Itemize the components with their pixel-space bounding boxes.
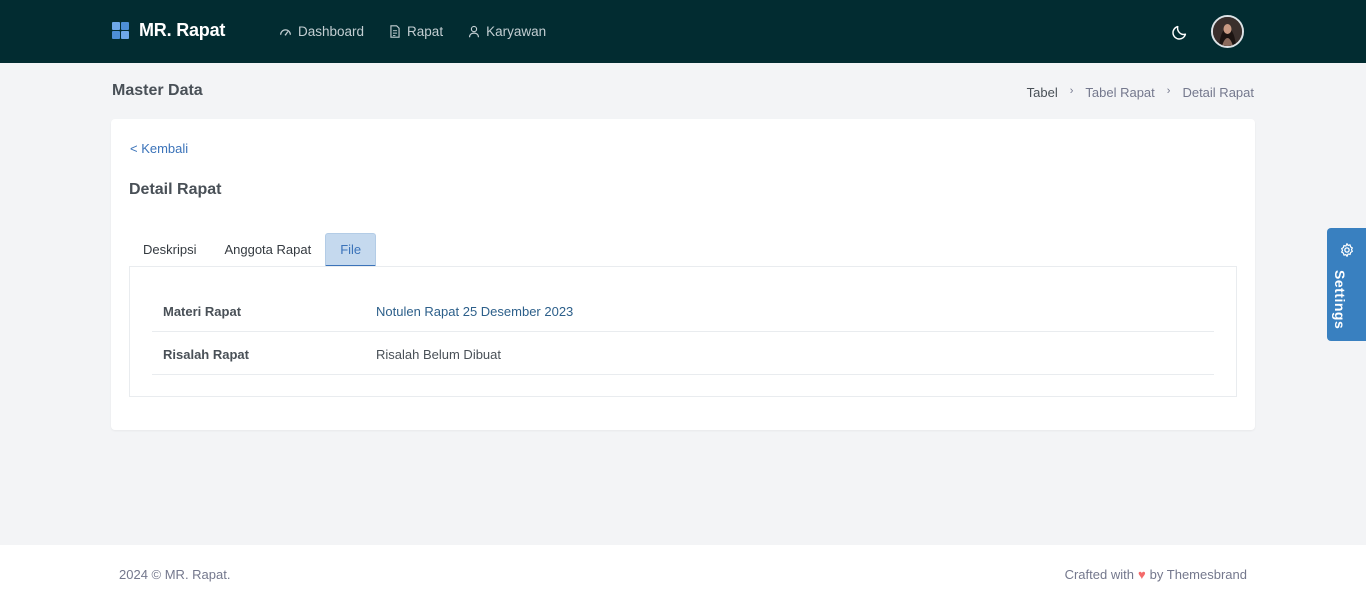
row-value: Risalah Belum Dibuat <box>376 347 502 362</box>
row-label: Materi Rapat <box>163 304 242 319</box>
tab-panel-file: Materi Rapat Notulen Rapat 25 Desember 2… <box>129 266 1237 397</box>
chevron-right-icon: › <box>1166 84 1171 97</box>
breadcrumb: Tabel › Tabel Rapat › Detail Rapat <box>1027 84 1254 101</box>
heart-icon: ♥ <box>1137 567 1146 582</box>
nav-label: Karyawan <box>486 24 547 39</box>
footer-credit: Crafted with ♥ by Themesbrand <box>1065 567 1247 582</box>
main-nav: Dashboard Rapat Karyawan <box>279 24 571 39</box>
footer-copyright: 2024 © MR. Rapat. <box>119 567 231 582</box>
breadcrumb-item-tabel[interactable]: Tabel <box>1027 85 1058 100</box>
chevron-right-icon: › <box>1069 84 1074 97</box>
materi-rapat-link[interactable]: Notulen Rapat 25 Desember 2023 <box>376 304 573 319</box>
nav-item-dashboard[interactable]: Dashboard <box>279 24 364 39</box>
nav-item-karyawan[interactable]: Karyawan <box>468 24 546 39</box>
back-link[interactable]: < Kembali <box>130 141 188 156</box>
dashboard-icon <box>280 29 291 36</box>
tab-list: Deskripsi Anggota Rapat File <box>129 233 377 267</box>
table-row: Materi Rapat Notulen Rapat 25 Desember 2… <box>152 289 1214 332</box>
nav-label: Dashboard <box>298 24 365 39</box>
brand-name: MR. Rapat <box>139 20 226 40</box>
avatar[interactable] <box>1211 15 1244 48</box>
top-navbar: MR. Rapat Dashboard Rapat Karyawan <box>0 0 1366 63</box>
user-icon <box>469 25 480 38</box>
logo-icon <box>112 22 129 39</box>
gear-icon <box>1341 243 1353 257</box>
nav-label: Rapat <box>407 24 444 39</box>
avatar-image <box>1213 17 1242 46</box>
breadcrumb-item-tabel-rapat[interactable]: Tabel Rapat <box>1085 85 1154 100</box>
nav-item-rapat[interactable]: Rapat <box>389 24 443 39</box>
footer-credit-suffix: by Themesbrand <box>1149 567 1247 582</box>
breadcrumb-item-detail-rapat: Detail Rapat <box>1182 85 1254 100</box>
settings-button[interactable]: Settings <box>1327 228 1366 341</box>
footer: 2024 © MR. Rapat. Crafted with ♥ by Them… <box>0 545 1366 598</box>
row-label: Risalah Rapat <box>163 347 249 362</box>
card-title: Detail Rapat <box>129 181 222 198</box>
tab-anggota-rapat[interactable]: Anggota Rapat <box>210 233 325 267</box>
document-icon <box>390 25 400 38</box>
tab-deskripsi[interactable]: Deskripsi <box>129 233 210 267</box>
brand[interactable]: MR. Rapat <box>112 20 225 41</box>
moon-icon[interactable] <box>1171 23 1189 41</box>
settings-label: Settings <box>1332 270 1348 330</box>
footer-credit-prefix: Crafted with <box>1064 567 1134 582</box>
table-row: Risalah Rapat Risalah Belum Dibuat <box>152 332 1214 375</box>
tab-file[interactable]: File <box>325 233 377 267</box>
detail-card: < Kembali Detail Rapat Deskripsi Anggota… <box>111 119 1255 430</box>
page-title: Master Data <box>112 82 203 99</box>
